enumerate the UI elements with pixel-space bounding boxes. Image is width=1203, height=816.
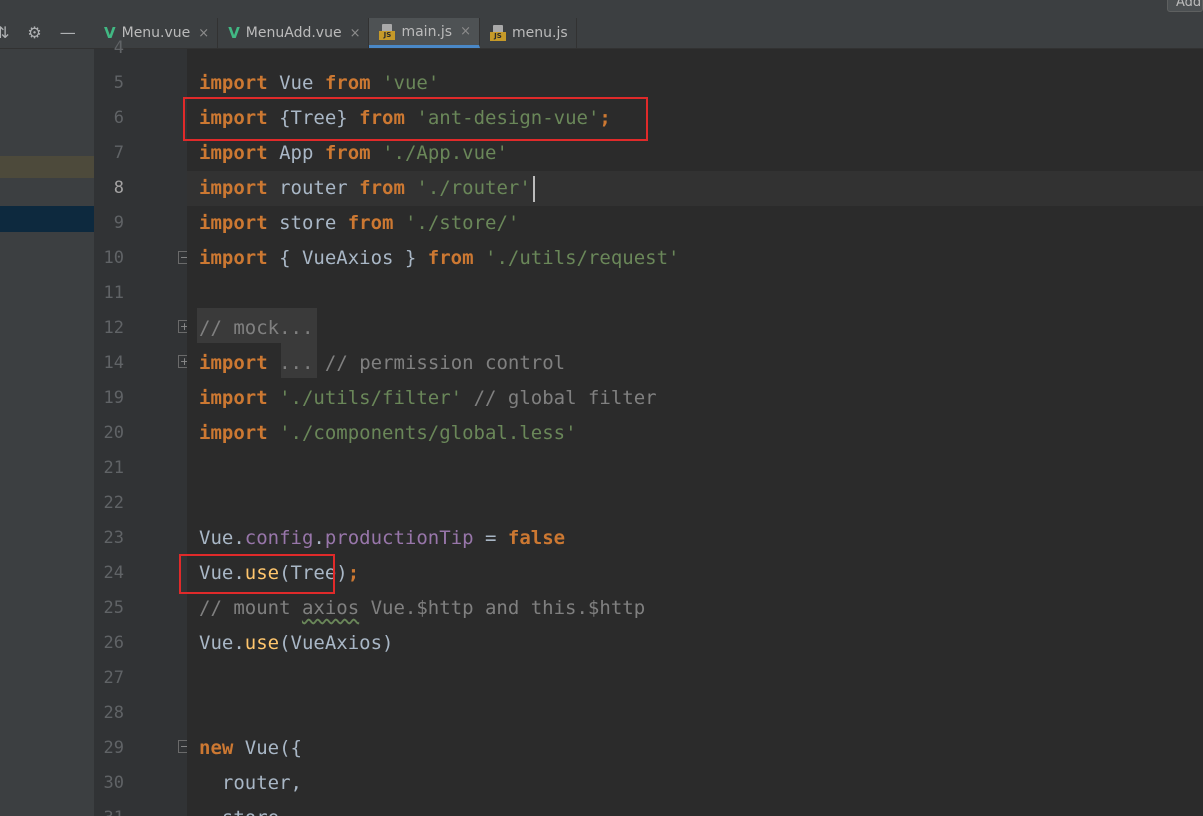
line-number: 26 bbox=[103, 633, 124, 653]
tab-label: Menu.vue bbox=[121, 25, 191, 41]
line-number: 7 bbox=[113, 143, 124, 163]
vue-icon: V bbox=[228, 24, 240, 42]
tab-label: menu.js bbox=[512, 25, 568, 41]
project-tree-highlight-row[interactable] bbox=[0, 156, 94, 178]
code-line-10: import { VueAxios } from './utils/reques… bbox=[199, 247, 680, 269]
code-line-29: new Vue({ bbox=[199, 737, 302, 759]
line-number: 30 bbox=[103, 773, 124, 793]
line-number: 27 bbox=[103, 668, 124, 688]
line-number: 23 bbox=[103, 528, 124, 548]
line-number: 28 bbox=[103, 703, 124, 723]
line-number: 12 bbox=[103, 318, 124, 338]
project-tree-selected-row[interactable] bbox=[0, 206, 94, 232]
annotation-box-use-tree bbox=[179, 554, 335, 594]
code-line-20: import './components/global.less' bbox=[199, 422, 577, 444]
add-button[interactable]: Add bbox=[1167, 0, 1203, 12]
tab-main-js[interactable]: JS main.js × bbox=[369, 18, 480, 48]
line-number-current: 8 bbox=[113, 178, 124, 198]
code-line-25: // mount axios Vue.$http and this.$http bbox=[199, 597, 646, 619]
code-line-14: import ... // permission control bbox=[199, 352, 566, 374]
tab-menuadd-vue[interactable]: V MenuAdd.vue × bbox=[218, 18, 370, 48]
close-icon[interactable]: × bbox=[460, 24, 471, 39]
line-number: 9 bbox=[113, 213, 124, 233]
line-number: 19 bbox=[103, 388, 124, 408]
code-line-30: router, bbox=[199, 772, 302, 794]
annotation-box-tree-import bbox=[183, 97, 648, 141]
line-number: 21 bbox=[103, 458, 124, 478]
code-editor[interactable]: import Vue from 'vue' import {Tree} from… bbox=[179, 49, 1203, 816]
line-number: 22 bbox=[103, 493, 124, 513]
js-file-icon: JS bbox=[379, 23, 396, 40]
code-line-8: import router from './router' bbox=[199, 171, 535, 206]
line-number: 14 bbox=[103, 353, 124, 373]
code-line-9: import store from './store/' bbox=[199, 212, 520, 234]
code-line-5: import Vue from 'vue' bbox=[199, 72, 440, 94]
line-number: 31 bbox=[94, 801, 124, 816]
code-line-7: import App from './App.vue' bbox=[199, 142, 508, 164]
line-number: 5 bbox=[113, 73, 124, 93]
line-number: 10 bbox=[103, 248, 124, 268]
js-file-icon: JS bbox=[490, 25, 506, 41]
line-number: 24 bbox=[103, 563, 124, 583]
project-panel: ⇅ ⚙ — bbox=[0, 0, 94, 816]
code-line-31: store, bbox=[199, 801, 291, 816]
project-toolbar: ⇅ ⚙ — bbox=[0, 18, 94, 49]
line-number: 20 bbox=[103, 423, 124, 443]
text-caret bbox=[532, 175, 535, 202]
ide-window: ⇅ ⚙ — Add V Menu.vue × V MenuAdd.vue × J… bbox=[0, 0, 1203, 816]
line-number-gutter[interactable]: 4 5 6 7 8 9 10 11 12 14 19 20 21 22 23 2… bbox=[94, 38, 191, 816]
tab-menu-js[interactable]: JS menu.js bbox=[480, 18, 577, 48]
code-line-19: import './utils/filter' // global filter bbox=[199, 387, 657, 409]
line-number: 25 bbox=[103, 598, 124, 618]
code-line-23: Vue.config.productionTip = false bbox=[199, 527, 566, 549]
tab-label: main.js bbox=[401, 23, 453, 40]
line-number: 4 bbox=[113, 38, 124, 58]
tab-label: MenuAdd.vue bbox=[245, 25, 342, 41]
code-line-12[interactable]: // mock... bbox=[199, 311, 313, 346]
gear-icon[interactable]: ⚙ bbox=[27, 18, 41, 48]
code-line-26: Vue.use(VueAxios) bbox=[199, 632, 394, 654]
collapse-icon[interactable]: ⇅ bbox=[0, 18, 9, 48]
line-number: 29 bbox=[103, 738, 124, 758]
minimize-icon[interactable]: — bbox=[60, 18, 76, 48]
close-icon[interactable]: × bbox=[350, 26, 361, 41]
line-number: 6 bbox=[113, 108, 124, 128]
editor-tab-bar: Add V Menu.vue × V MenuAdd.vue × JS main… bbox=[94, 0, 1203, 49]
close-icon[interactable]: × bbox=[198, 26, 209, 41]
folded-placeholder[interactable]: ... bbox=[279, 352, 313, 374]
line-number: 11 bbox=[103, 283, 124, 303]
